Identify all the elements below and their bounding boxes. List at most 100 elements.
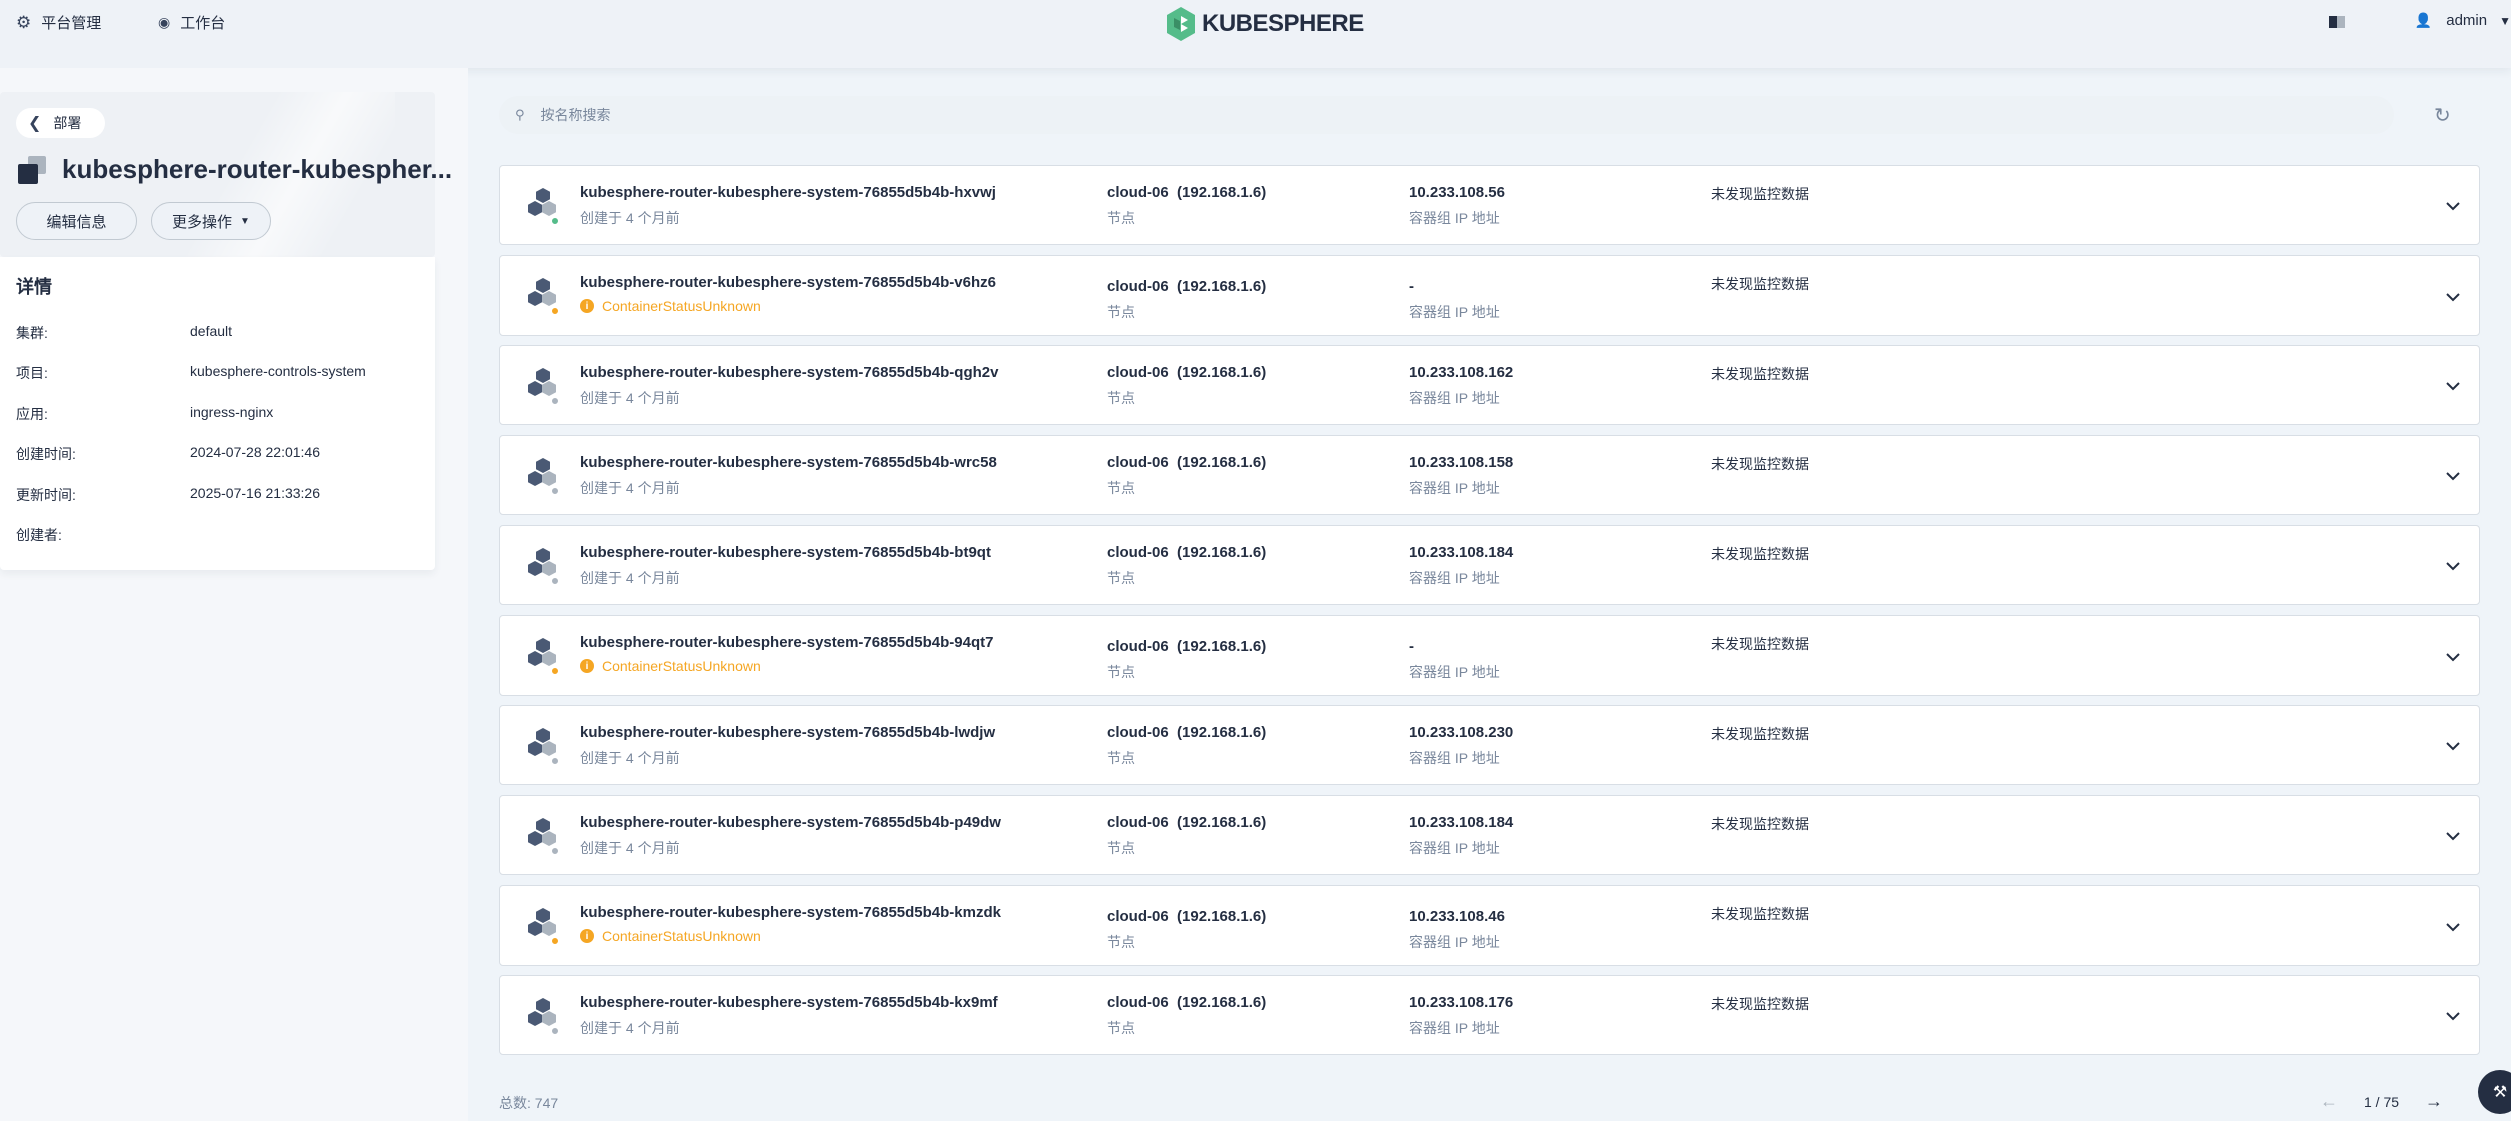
detail-row: 创建者: <box>16 525 190 545</box>
more-actions-button[interactable]: 更多操作 ▼ <box>151 202 271 240</box>
platform-nav[interactable]: ⚙ 平台管理 <box>16 12 101 33</box>
pod-row[interactable]: kubesphere-router-kubesphere-system-7685… <box>499 885 2480 966</box>
pod-ip-label: 容器组 IP 地址 <box>1409 934 1500 950</box>
workbench-nav[interactable]: ◉ 工作台 <box>158 12 225 33</box>
detail-key: 创建时间: <box>16 446 76 462</box>
edit-info-button[interactable]: 编辑信息 <box>16 202 137 240</box>
pod-row[interactable]: kubesphere-router-kubesphere-system-7685… <box>499 795 2480 875</box>
detail-row: 更新时间: 2025-07-16 21:33:26 <box>16 485 320 505</box>
back-label: 部署 <box>53 115 82 131</box>
pod-node: cloud-06 (192.168.1.6) <box>1107 184 1267 201</box>
pod-ip-label: 容器组 IP 地址 <box>1409 210 1500 226</box>
pod-icon <box>524 368 560 406</box>
pod-ip: 10.233.108.46 <box>1409 908 1505 925</box>
total-count: 总数: 747 <box>499 1095 559 1111</box>
pod-status-dot <box>550 306 560 316</box>
chevron-down-icon[interactable] <box>2443 196 2463 216</box>
details-title: 详情 <box>16 277 52 297</box>
warning-icon: i <box>580 929 594 943</box>
pod-ip: 10.233.108.56 <box>1409 184 1505 201</box>
user-name[interactable]: admin <box>2446 12 2487 29</box>
pod-name[interactable]: kubesphere-router-kubesphere-system-7685… <box>580 724 995 741</box>
pod-node: cloud-06 (192.168.1.6) <box>1107 364 1267 381</box>
pod-monitor-status: 未发现监控数据 <box>1711 906 1809 922</box>
pod-created-time: 创建于 4 个月前 <box>580 750 680 766</box>
pagination: ← 1 / 75 → <box>2320 1091 2443 1112</box>
chevron-down-icon[interactable] <box>2443 736 2463 756</box>
pod-name[interactable]: kubesphere-router-kubesphere-system-7685… <box>580 274 996 291</box>
hammer-icon: ⚒ <box>2492 1084 2508 1101</box>
pod-monitor-status: 未发现监控数据 <box>1711 816 1809 832</box>
pod-row[interactable]: kubesphere-router-kubesphere-system-7685… <box>499 615 2480 696</box>
pod-row[interactable]: kubesphere-router-kubesphere-system-7685… <box>499 705 2480 785</box>
pod-row[interactable]: kubesphere-router-kubesphere-system-7685… <box>499 975 2480 1055</box>
kubesphere-logo[interactable]: KUBESPHERE <box>1166 6 1364 42</box>
page-indicator: 1 / 75 <box>2364 1093 2400 1110</box>
pod-node-label: 节点 <box>1107 570 1135 586</box>
workbench-icon: ◉ <box>158 14 171 30</box>
pod-name[interactable]: kubesphere-router-kubesphere-system-7685… <box>580 904 1001 921</box>
platform-label: 平台管理 <box>41 15 102 32</box>
pod-name[interactable]: kubesphere-router-kubesphere-system-7685… <box>580 814 1001 831</box>
pod-ip-label: 容器组 IP 地址 <box>1409 480 1500 496</box>
pod-name[interactable]: kubesphere-router-kubesphere-system-7685… <box>580 454 997 471</box>
chevron-down-icon[interactable] <box>2443 556 2463 576</box>
pod-status-dot <box>550 1026 560 1036</box>
detail-row: 应用: ingress-nginx <box>16 404 273 424</box>
detail-key: 应用: <box>16 406 48 422</box>
detail-row: 创建时间: 2024-07-28 22:01:46 <box>16 444 320 464</box>
pod-icon <box>524 998 560 1036</box>
chevron-down-icon[interactable] <box>2443 647 2463 667</box>
back-button[interactable]: ❮ 部署 <box>16 108 106 138</box>
pod-row[interactable]: kubesphere-router-kubesphere-system-7685… <box>499 165 2480 245</box>
workbench-label: 工作台 <box>180 15 226 32</box>
chevron-down-icon[interactable] <box>2443 1006 2463 1026</box>
chevron-down-icon[interactable] <box>2443 287 2463 307</box>
chevron-down-icon[interactable] <box>2443 826 2463 846</box>
pod-name[interactable]: kubesphere-router-kubesphere-system-7685… <box>580 364 998 381</box>
pod-node-label: 节点 <box>1107 840 1135 856</box>
details-card: 详情 集群: default 项目: kubesphere-controls-s… <box>0 257 435 570</box>
pod-row[interactable]: kubesphere-router-kubesphere-system-7685… <box>499 525 2480 605</box>
pod-monitor-status: 未发现监控数据 <box>1711 456 1809 472</box>
pod-monitor-status: 未发现监控数据 <box>1711 636 1809 652</box>
logo-text: KUBESPHERE <box>1202 10 1364 37</box>
search-bar[interactable]: ⚲ 按名称搜索 <box>499 96 2394 134</box>
pod-ip-label: 容器组 IP 地址 <box>1409 750 1500 766</box>
refresh-icon[interactable]: ↻ <box>2434 103 2451 128</box>
pod-node: cloud-06 (192.168.1.6) <box>1107 994 1267 1011</box>
caret-down-icon: ▼ <box>240 215 250 227</box>
pod-status-dot <box>550 396 560 406</box>
pod-status-label: ContainerStatusUnknown <box>602 658 761 674</box>
theme-toggle-icon[interactable] <box>2328 15 2345 28</box>
top-bar: ⚙ 平台管理 ◉ 工作台 KUBESPHERE 👤 admin ▼ <box>0 0 2511 68</box>
pod-status-dot <box>550 666 560 676</box>
chevron-down-icon[interactable] <box>2443 466 2463 486</box>
pod-node: cloud-06 (192.168.1.6) <box>1107 638 1267 655</box>
pod-monitor-status: 未发现监控数据 <box>1711 546 1809 562</box>
pod-name[interactable]: kubesphere-router-kubesphere-system-7685… <box>580 184 996 201</box>
pod-row[interactable]: kubesphere-router-kubesphere-system-7685… <box>499 255 2480 336</box>
pod-row[interactable]: kubesphere-router-kubesphere-system-7685… <box>499 435 2480 515</box>
detail-value: ingress-nginx <box>190 404 274 420</box>
pod-ip: 10.233.108.184 <box>1409 544 1514 561</box>
warning-icon: i <box>580 659 594 673</box>
more-actions-label: 更多操作 <box>172 213 233 231</box>
chevron-down-icon[interactable] <box>2443 376 2463 396</box>
tool-box-button[interactable]: ⚒ <box>2478 1070 2511 1114</box>
pod-monitor-status: 未发现监控数据 <box>1711 726 1809 742</box>
pod-row[interactable]: kubesphere-router-kubesphere-system-7685… <box>499 345 2480 425</box>
prev-page-icon[interactable]: ← <box>2320 1091 2338 1112</box>
chevron-down-icon[interactable]: ▼ <box>2499 14 2511 28</box>
pod-node: cloud-06 (192.168.1.6) <box>1107 908 1267 925</box>
chevron-down-icon[interactable] <box>2443 917 2463 937</box>
pod-monitor-status: 未发现监控数据 <box>1711 996 1809 1012</box>
pod-name[interactable]: kubesphere-router-kubesphere-system-7685… <box>580 544 991 561</box>
pod-node-label: 节点 <box>1107 1020 1135 1036</box>
pod-node-label: 节点 <box>1107 664 1135 680</box>
pod-ip-label: 容器组 IP 地址 <box>1409 304 1500 320</box>
pod-name[interactable]: kubesphere-router-kubesphere-system-7685… <box>580 994 998 1011</box>
pod-icon <box>524 188 560 226</box>
next-page-icon[interactable]: → <box>2425 1091 2443 1112</box>
pod-name[interactable]: kubesphere-router-kubesphere-system-7685… <box>580 634 993 651</box>
